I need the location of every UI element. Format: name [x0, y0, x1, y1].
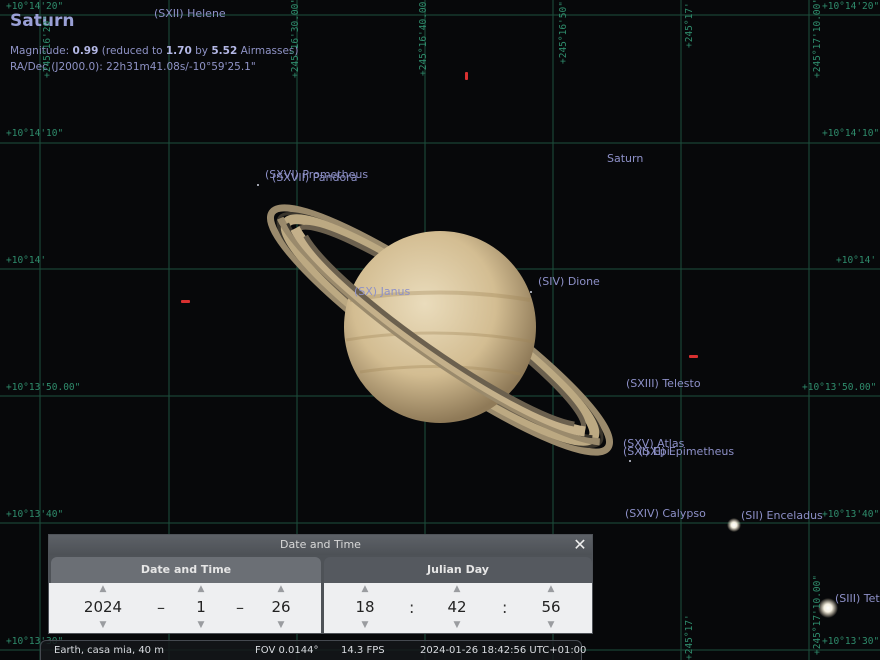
spin-down-icon[interactable]: ▼	[171, 619, 231, 631]
hour-spinner[interactable]: ▲ 18 ▼	[335, 583, 395, 633]
month-spinner[interactable]: ▲ 1 ▼	[171, 583, 231, 633]
fps-status: 14.3 FPS	[341, 645, 385, 656]
tethys-label[interactable]: (SIII) Teth	[835, 592, 880, 605]
year-value[interactable]: 2024	[73, 595, 133, 619]
hour-value[interactable]: 18	[335, 595, 395, 619]
day-spinner[interactable]: ▲ 26 ▼	[251, 583, 311, 633]
location-status[interactable]: Earth, casa mia, 40 m	[54, 645, 164, 656]
minute-value[interactable]: 42	[427, 595, 487, 619]
time-separator: :	[502, 598, 508, 617]
grid-ra-label: +245°17'10.00"	[812, 574, 823, 655]
airmass-value: 5.52	[211, 45, 238, 57]
calypso-label[interactable]: (SXIV) Calypso	[625, 507, 706, 520]
day-value[interactable]: 26	[251, 595, 311, 619]
enceladus-star	[727, 518, 741, 532]
dialog-title-bar[interactable]: Date and Time ✕	[49, 535, 592, 555]
grid-dec-label: +10°13'50.00"	[802, 382, 877, 393]
spin-up-icon[interactable]: ▲	[521, 583, 581, 595]
grid-dec-label: +10°14'10"	[822, 128, 880, 139]
month-value[interactable]: 1	[171, 595, 231, 619]
grid-dec-label: +10°14'	[6, 255, 47, 266]
dione-label[interactable]: (SIV) Dione	[538, 275, 600, 288]
janus-label[interactable]: (SX) Janus	[354, 285, 410, 298]
spin-down-icon[interactable]: ▼	[73, 619, 133, 631]
second-spinner[interactable]: ▲ 56 ▼	[521, 583, 581, 633]
grid-ra-label: +245°16'40.00"	[418, 0, 429, 76]
date-time-dialog: Date and Time ✕ Date and Time Julian Day…	[48, 534, 593, 634]
grid-dec-label: +10°13'40"	[6, 509, 64, 520]
grid-dec-label: +10°14'20"	[822, 1, 880, 12]
epimetheus-label-b[interactable]: (SXI) Epimetheus	[639, 445, 734, 458]
panel-divider	[321, 583, 324, 633]
grid-ra-label: +245°16'50"	[558, 1, 569, 64]
second-value[interactable]: 56	[521, 595, 581, 619]
date-time-spinners: ▲ 2024 ▼ – ▲ 1 ▼ – ▲ 26 ▼ ▲ 18 ▼ : ▲ 42 …	[49, 583, 592, 633]
spin-down-icon[interactable]: ▼	[427, 619, 487, 631]
minute-spinner[interactable]: ▲ 42 ▼	[427, 583, 487, 633]
grid-dec-label: +10°14'10"	[6, 128, 64, 139]
grid-dec-label: +10°13'40"	[822, 509, 880, 520]
grid-dec-label: +10°13'50.00"	[6, 382, 81, 393]
grid-dec-label: +10°14'	[836, 255, 877, 266]
pandora-label[interactable]: (SXVII) Pandora	[272, 171, 357, 184]
grid-ra-label: +245°17'10.00"	[812, 0, 823, 78]
tab-date-and-time[interactable]: Date and Time	[51, 557, 321, 583]
telesto-label[interactable]: (SXIII) Telesto	[626, 377, 701, 390]
date-separator: –	[157, 598, 165, 617]
spin-up-icon[interactable]: ▲	[73, 583, 133, 595]
magnitude-reduced: 1.70	[165, 45, 192, 57]
grid-ra-label: +245°17'	[684, 614, 695, 660]
fov-status[interactable]: FOV 0.0144°	[255, 645, 318, 656]
grid-ra-label: +245°17'	[684, 2, 695, 48]
grid-ra-label: +245°16'30.00"	[290, 0, 301, 78]
grid-dec-label: +10°13'30"	[822, 636, 880, 647]
spin-up-icon[interactable]: ▲	[335, 583, 395, 595]
grid-ra-label: +245°16'20"	[42, 15, 53, 78]
spin-up-icon[interactable]: ▲	[427, 583, 487, 595]
time-separator: :	[409, 598, 415, 617]
datetime-status[interactable]: 2024-01-26 18:42:56 UTC+01:00	[420, 645, 586, 656]
spin-up-icon[interactable]: ▲	[171, 583, 231, 595]
helene-label[interactable]: (SXII) Helene	[154, 7, 226, 20]
year-spinner[interactable]: ▲ 2024 ▼	[73, 583, 133, 633]
spin-down-icon[interactable]: ▼	[335, 619, 395, 631]
grid-dec-label: +10°14'20"	[6, 1, 64, 12]
spin-up-icon[interactable]: ▲	[251, 583, 311, 595]
date-separator: –	[236, 598, 244, 617]
spin-down-icon[interactable]: ▼	[521, 619, 581, 631]
enceladus-label[interactable]: (SII) Enceladus	[741, 509, 823, 522]
dialog-title: Date and Time	[280, 538, 361, 551]
dialog-tabs: Date and Time Julian Day	[49, 555, 592, 583]
magnitude-line: Magnitude: 0.99 (reduced to 1.70 by 5.52…	[10, 45, 299, 57]
magnitude-value: 0.99	[72, 45, 99, 57]
spin-down-icon[interactable]: ▼	[251, 619, 311, 631]
tab-julian-day[interactable]: Julian Day	[324, 557, 592, 583]
saturn-label[interactable]: Saturn	[607, 152, 643, 165]
close-icon[interactable]: ✕	[572, 535, 588, 555]
